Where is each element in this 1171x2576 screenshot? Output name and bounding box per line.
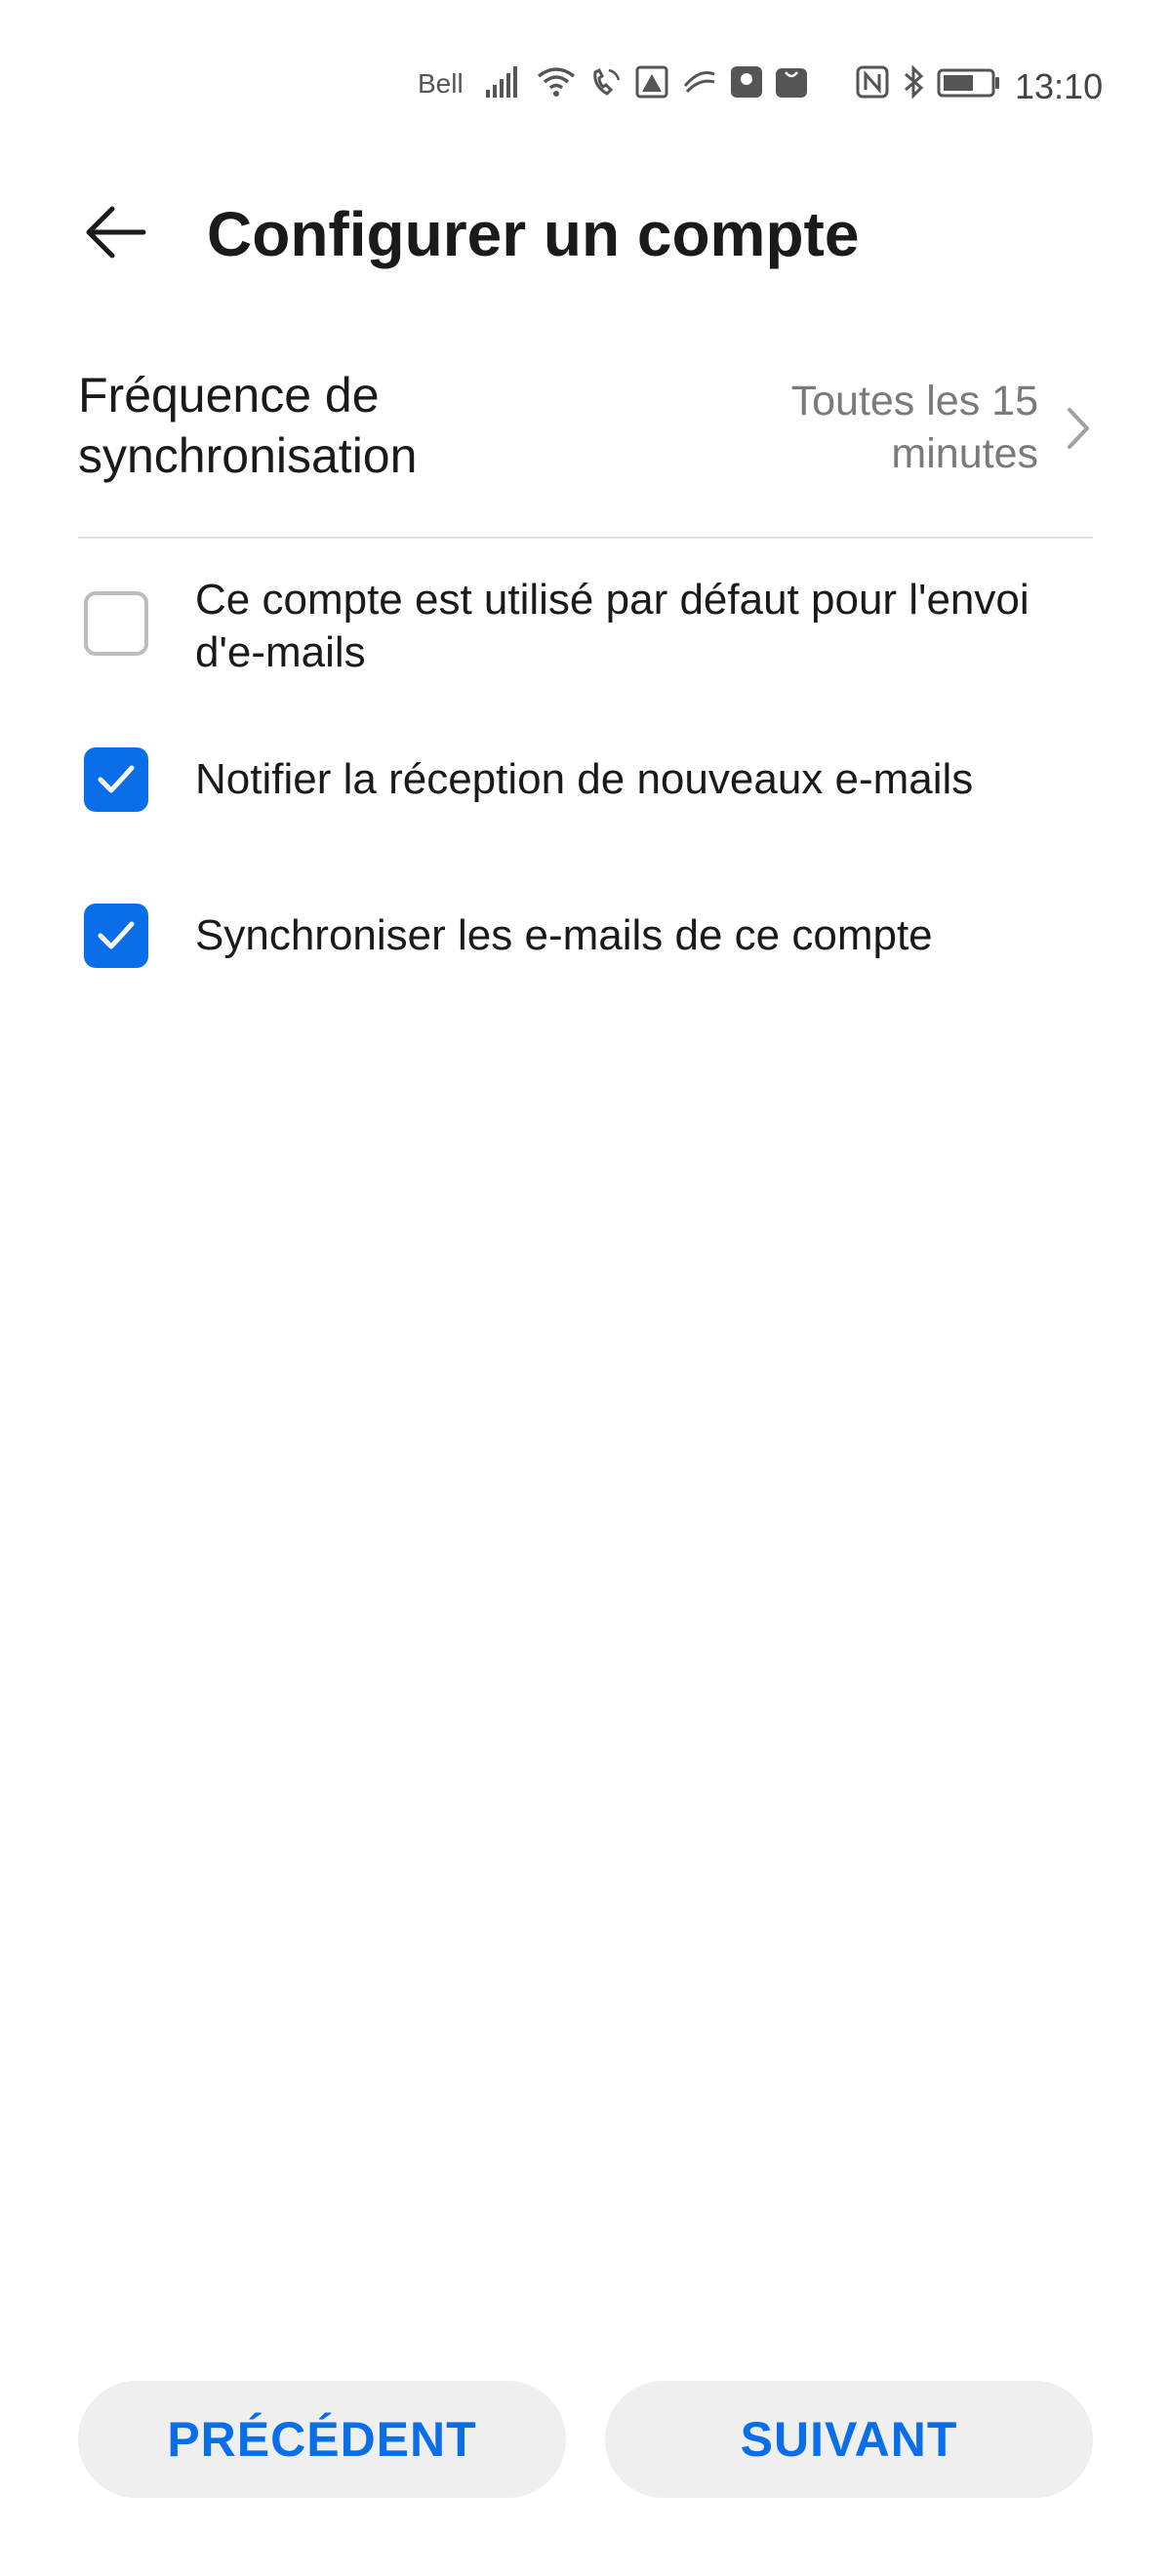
- huawei-store-icon: [775, 64, 808, 100]
- battery-icon: [937, 64, 1001, 104]
- back-button[interactable]: [68, 195, 166, 273]
- sync-frequency-row[interactable]: Fréquence de synchronisation Toutes les …: [78, 365, 1093, 536]
- sync-frequency-label: Fréquence de synchronisation: [78, 365, 586, 486]
- sync-frequency-value-line2: minutes: [891, 430, 1038, 477]
- sync-frequency-value-line1: Toutes les 15: [790, 378, 1038, 424]
- status-icons: [484, 64, 808, 100]
- wifi-icon: [535, 64, 578, 100]
- wifi-calling-icon: [589, 64, 623, 100]
- next-button[interactable]: SUIVANT: [605, 2381, 1093, 2498]
- sync-frequency-label-line1: Fréquence de: [78, 368, 380, 423]
- carrier-label: Bell: [418, 68, 464, 99]
- sync-emails-label: Synchroniser les e-mails de ce compte: [195, 911, 933, 959]
- system-icons: [855, 64, 1001, 104]
- notify-new-emails-checkbox[interactable]: [84, 747, 148, 812]
- default-account-label-line2: d'e-mails: [195, 628, 366, 676]
- sync-frequency-value: Toutes les 15 minutes: [628, 375, 1038, 480]
- default-account-label: Ce compte est utilisé par défaut pour l'…: [195, 574, 1103, 679]
- arrow-left-icon: [83, 203, 151, 266]
- divider: [78, 537, 1093, 539]
- clock: 13:10: [1015, 66, 1104, 106]
- image-alert-icon: [634, 64, 669, 100]
- default-account-label-line1: Ce compte est utilisé par défaut pour l'…: [195, 576, 1030, 624]
- app-header: Configurer un compte: [0, 176, 1171, 283]
- notify-new-emails-option[interactable]: Notifier la réception de nouveaux e-mail…: [78, 747, 1093, 829]
- sync-emails-checkbox[interactable]: [84, 904, 148, 968]
- sync-emails-option[interactable]: Synchroniser les e-mails de ce compte: [78, 904, 1093, 986]
- default-account-checkbox[interactable]: [84, 591, 148, 656]
- chevron-right-icon: [1064, 404, 1093, 458]
- previous-button[interactable]: PRÉCÉDENT: [78, 2381, 566, 2498]
- notify-new-emails-label: Notifier la réception de nouveaux e-mail…: [195, 755, 974, 803]
- page-title: Configurer un compte: [207, 199, 860, 269]
- default-account-option[interactable]: Ce compte est utilisé par défaut pour l'…: [78, 574, 1093, 691]
- sync-frequency-label-line2: synchronisation: [78, 428, 418, 483]
- nfc-icon: [855, 64, 890, 104]
- huawei-icon: [730, 64, 763, 100]
- screen: Bell 13:10 Configurer un compte Fréquenc…: [0, 0, 1171, 2576]
- swiftkey-icon: [681, 64, 718, 100]
- status-bar: Bell 13:10: [0, 55, 1171, 113]
- signal-icon: [484, 64, 523, 100]
- bluetooth-icon: [902, 64, 925, 104]
